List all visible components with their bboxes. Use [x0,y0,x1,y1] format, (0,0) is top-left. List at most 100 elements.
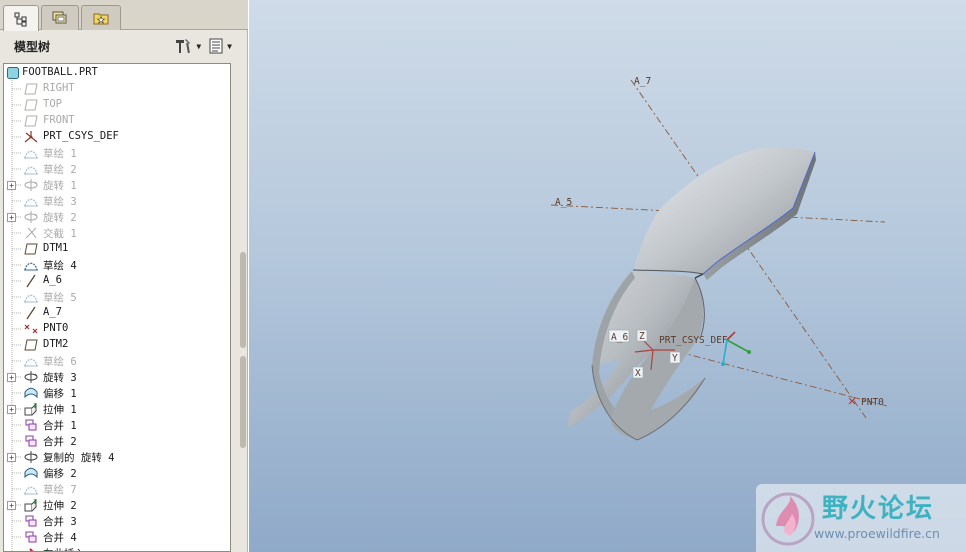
tree-item[interactable]: A_6 [4,273,230,289]
sketch-icon [23,162,39,176]
surface-quilt-upper[interactable] [632,147,816,280]
watermark-title: 野火论坛 [822,494,935,524]
axis-label-a7[interactable]: A_7 [634,76,651,87]
tree-item[interactable]: 草绘 6 [4,353,230,369]
datum-plane-icon [23,114,39,128]
tree-item[interactable]: 合并 4 [4,529,230,545]
tree-item-label: 草绘 6 [43,356,77,368]
tree-item[interactable]: 草绘 5 [4,289,230,305]
offset-icon [23,386,39,400]
flame-logo-icon [761,492,815,546]
tree-expand-toggle[interactable]: + [7,373,16,382]
tree-expand-toggle[interactable]: + [7,405,16,414]
pane-sash[interactable] [239,252,247,552]
axis-label-a6[interactable]: A_6 [611,332,628,343]
tree-expand-toggle[interactable]: + [7,181,16,190]
tree-item-label: 草绘 1 [43,148,77,160]
tree-item-label: TOP [43,98,62,110]
tree-item[interactable]: 合并 2 [4,433,230,449]
sketch-icon [23,258,39,272]
show-button[interactable]: ▼ [207,37,232,55]
merge-icon [23,418,39,432]
tab-layers[interactable] [41,5,79,30]
datum-point-icon [23,322,39,336]
sketch-icon [23,146,39,160]
tree-item-label: 草绘 3 [43,196,77,208]
tree-item[interactable]: 草绘 4 [4,257,230,273]
tree-root-item[interactable]: FOOTBALL.PRT [4,65,230,81]
tree-item-label: 旋转 3 [43,372,77,384]
tree-item[interactable]: 合并 3 [4,513,230,529]
model-tree-header: 模型树 ▼ ▼ [0,31,236,61]
datum-axis-icon [23,306,39,320]
tree-expand-toggle[interactable]: + [7,213,16,222]
tree-item[interactable]: 偏移 2 [4,465,230,481]
csys-axis-label-y: Y [672,353,678,364]
tree-item[interactable]: DTM2 [4,337,230,353]
tree-item[interactable]: 合并 1 [4,417,230,433]
tree-root-label: FOOTBALL.PRT [22,66,98,78]
tree-item-label: 在此插入 [43,546,85,551]
tree-item[interactable]: + 复制的 旋转 4 [4,449,230,465]
datum-plane-icon [23,82,39,96]
tree-item[interactable]: DTM1 [4,241,230,257]
tree-item-label: 拉伸 2 [43,500,77,512]
revolve-icon [23,370,39,384]
model-tree-title: 模型树 [14,39,51,54]
tab-model-tree[interactable] [3,5,39,31]
part-icon [6,66,22,80]
tree-item[interactable]: + 拉伸 2 [4,497,230,513]
chevron-down-icon: ▼ [227,41,232,51]
tree-item[interactable]: + 旋转 3 [4,369,230,385]
merge-icon [23,434,39,448]
datum-plane-icon [23,98,39,112]
sketch-icon [23,482,39,496]
tree-item-label: 草绘 7 [43,484,77,496]
intersect-icon [23,226,39,240]
watermark-url: www.proewildfire.cn [814,526,940,541]
tree-item[interactable]: TOP [4,97,230,113]
csys-label[interactable]: PRT_CSYS_DEF [659,335,728,346]
tree-item[interactable]: PRT_CSYS_DEF [4,129,230,145]
navigator-pane: 模型树 ▼ ▼ FOOTBALL.PRT RIGHT TOP FRONT PRT… [0,0,248,552]
tree-item[interactable]: 草绘 7 [4,481,230,497]
graphics-viewport[interactable]: A_7 A_5 A_6 Z X Y PRT_CSYS_DEF PNT0 [249,0,966,552]
axis-label-a5[interactable]: A_5 [555,197,572,208]
tree-item[interactable]: 草绘 2 [4,161,230,177]
model-scene[interactable]: A_7 A_5 A_6 Z X Y PRT_CSYS_DEF PNT0 [249,0,966,552]
tree-item[interactable]: 偏移 1 [4,385,230,401]
tree-item[interactable]: 草绘 3 [4,193,230,209]
tree-item-label: DTM2 [43,338,69,350]
csys-axis-label-x: X [635,368,641,379]
revolve-icon [23,450,39,464]
coordinate-system-icon [23,130,39,144]
datum-plane-icon [23,242,39,256]
tree-item-label: 合并 3 [43,516,77,528]
tree-item[interactable]: 在此插入 [4,545,230,551]
settings-button[interactable]: ▼ [174,37,201,55]
tree-item[interactable]: PNT0 [4,321,230,337]
tree-expand-toggle[interactable]: + [7,501,16,510]
point-label-pnt0[interactable]: PNT0 [861,397,884,408]
tree-expand-toggle[interactable]: + [7,453,16,462]
tree-item[interactable]: + 旋转 2 [4,209,230,225]
tab-folder-browser[interactable] [81,5,121,30]
tree-item[interactable]: 草绘 1 [4,145,230,161]
tree-item-label: 旋转 2 [43,212,77,224]
forum-watermark: 野火论坛 www.proewildfire.cn [756,484,966,552]
show-options-icon [209,38,223,54]
tree-item[interactable]: 交截 1 [4,225,230,241]
tree-item-label: RIGHT [43,82,75,94]
model-tree-icon [14,12,27,26]
tree-item[interactable]: A_7 [4,305,230,321]
sash-handle-lower[interactable] [240,356,246,448]
tree-item[interactable]: + 拉伸 1 [4,401,230,417]
revolve-icon [23,210,39,224]
tree-item[interactable]: + 旋转 1 [4,177,230,193]
model-tree-toolbar: ▼ ▼ [174,37,232,55]
tree-item[interactable]: FRONT [4,113,230,129]
sash-handle-upper[interactable] [240,252,246,348]
tree-item-label: 草绘 4 [43,260,77,272]
surface-quilt-lower[interactable] [567,271,706,441]
tree-item[interactable]: RIGHT [4,81,230,97]
